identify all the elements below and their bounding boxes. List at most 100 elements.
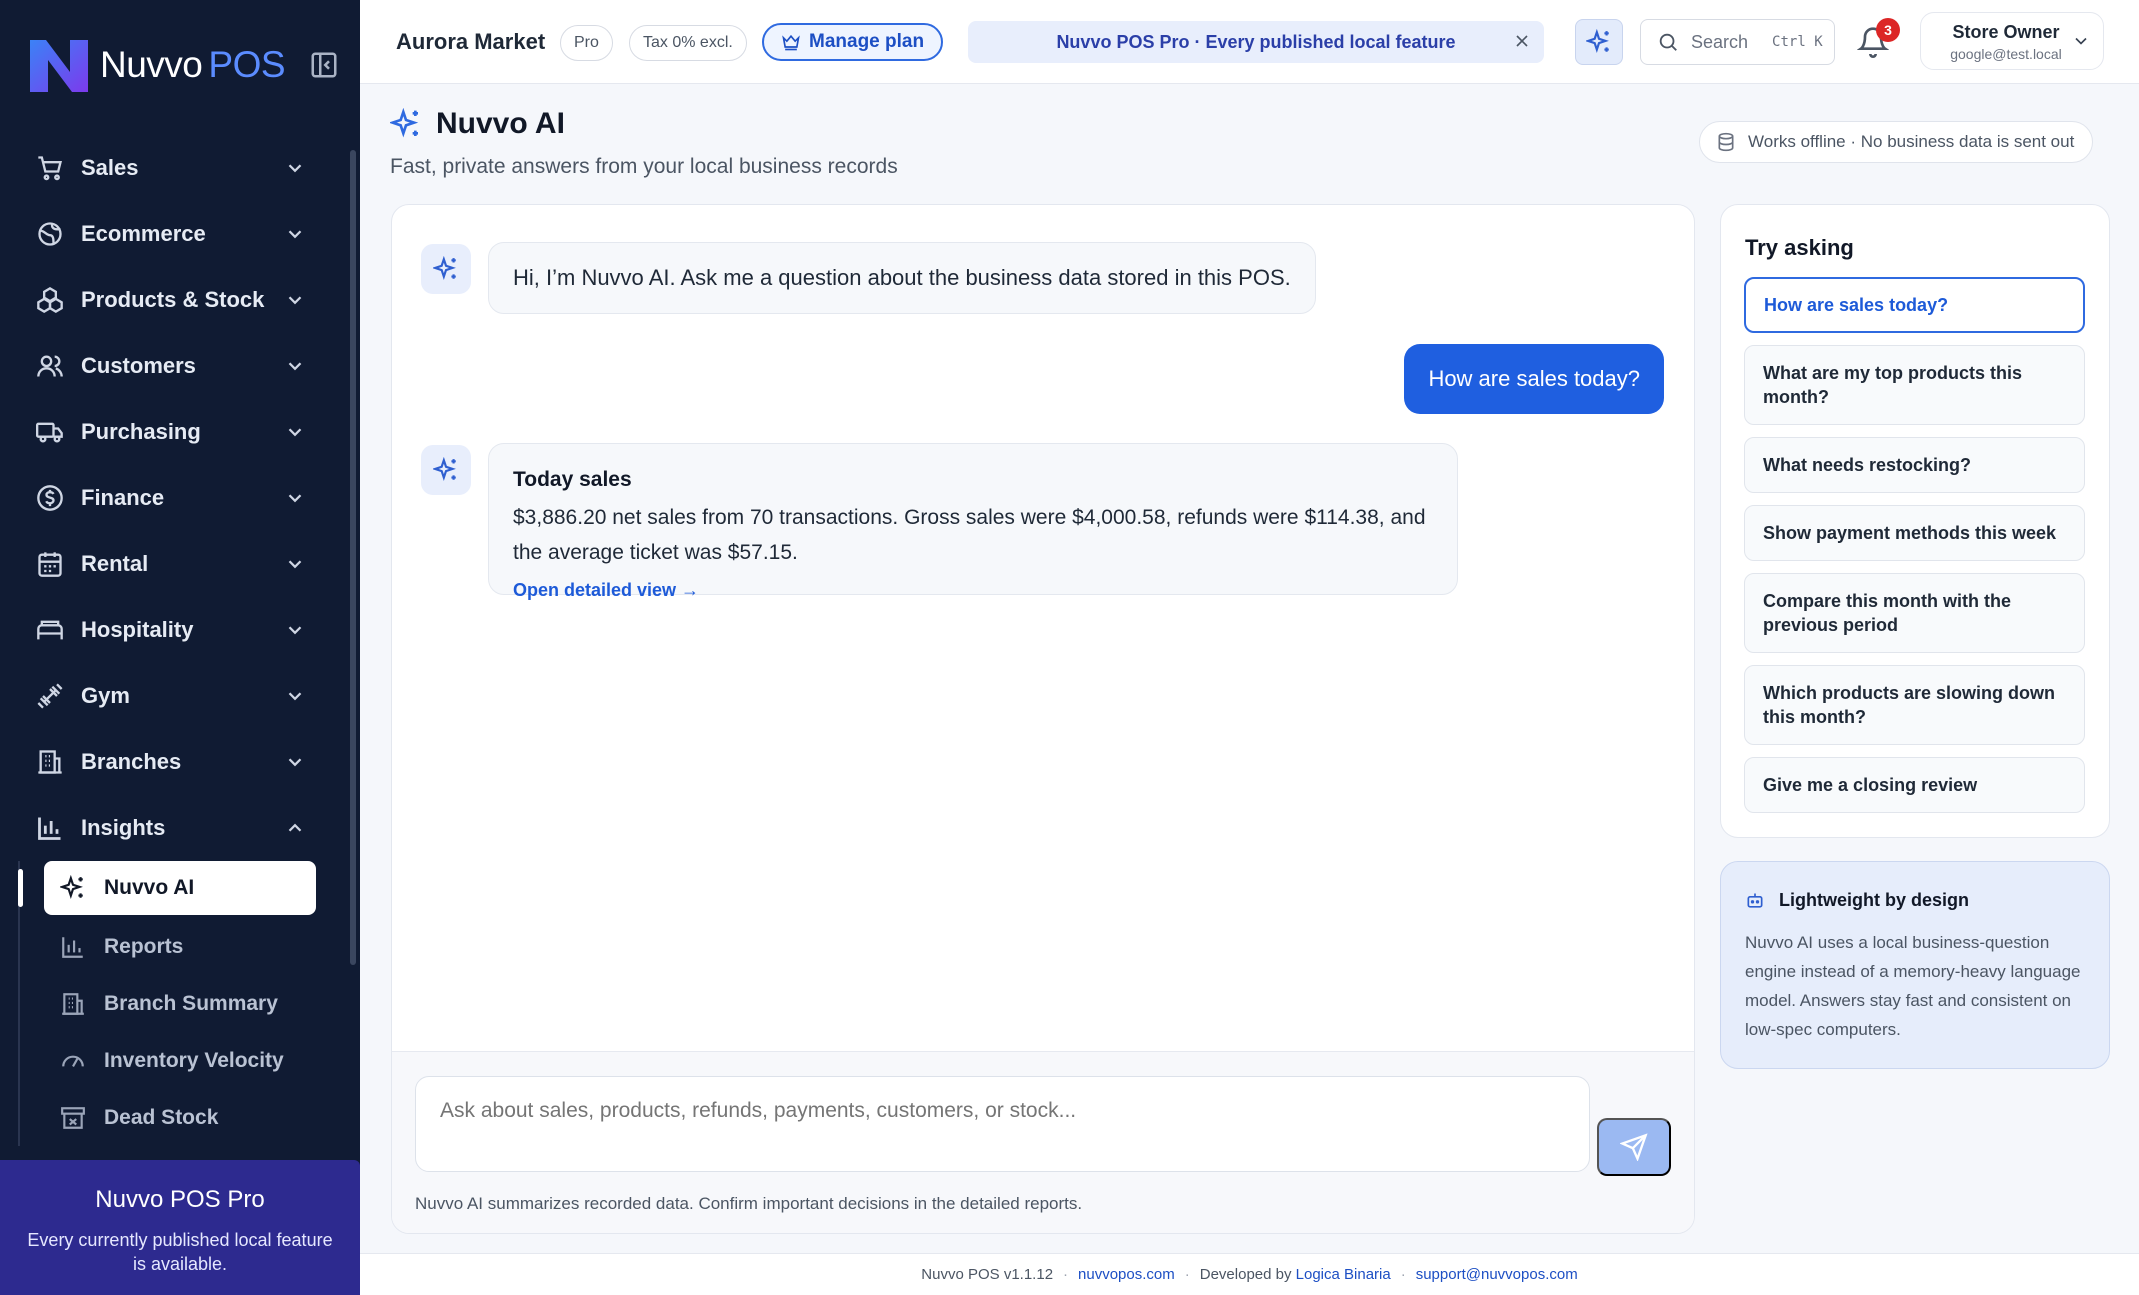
chevron-down-icon (2075, 37, 2087, 45)
suggestion-item[interactable]: What are my top products this month? (1744, 345, 2085, 425)
sidebar-collapse-icon[interactable] (309, 50, 339, 80)
suggestion-item[interactable]: Show payment methods this week (1744, 505, 2085, 561)
sidebar-item-rental[interactable]: Rental (0, 531, 356, 597)
chevron-down-icon (288, 758, 302, 767)
crown-icon (782, 34, 800, 51)
chevron-down-icon (288, 692, 302, 701)
suggestion-item[interactable]: How are sales today? (1744, 277, 2085, 333)
try-asking-title: Try asking (1745, 235, 1854, 260)
banner-text: Nuvvo POS Pro · Every published local fe… (1056, 31, 1456, 52)
chat-composer: Nuvvo AI summarizes recorded data. Confi… (392, 1051, 1694, 1233)
website-link[interactable]: nuvvopos.com (1078, 1266, 1175, 1283)
sidebar-item-dead-stock[interactable]: Dead Stock (20, 1089, 356, 1146)
developer-link[interactable]: Logica Binaria (1296, 1266, 1391, 1283)
suggestion-item[interactable]: Which products are slowing down this mon… (1744, 665, 2085, 745)
ai-greeting-message: Hi, I’m Nuvvo AI. Ask me a question abou… (488, 242, 1316, 314)
sparkles-icon (1586, 29, 1609, 54)
page-title-text: Nuvvo AI (436, 107, 565, 140)
sidebar-item-label: Sales (81, 155, 139, 180)
search-box[interactable]: Search Ctrl K (1640, 19, 1835, 65)
nuvvo-logo-icon (30, 40, 88, 92)
send-button[interactable] (1597, 1118, 1671, 1176)
answer-title: Today sales (513, 468, 632, 491)
suggestion-item[interactable]: Give me a closing review (1744, 757, 2085, 813)
sidebar-item-ecommerce[interactable]: Ecommerce (0, 201, 356, 267)
open-detailed-view-link[interactable]: Open detailed view → (513, 580, 699, 601)
sidebar-item-label: Gym (81, 683, 130, 708)
ai-disclaimer: Nuvvo AI summarizes recorded data. Confi… (415, 1194, 1083, 1213)
globe-icon (38, 222, 62, 246)
top-header: Aurora Market Pro Tax 0% excl. Manage pl… (360, 0, 2139, 84)
manage-plan-button[interactable]: Manage plan (762, 23, 944, 61)
user-name: Store Owner (1952, 22, 2060, 42)
offline-badge: Works offline · No business data is sent… (1699, 121, 2094, 163)
sidebar-item-branches[interactable]: Branches (0, 729, 356, 795)
sidebar-item-nuvvo-ai[interactable]: Nuvvo AI (44, 861, 316, 915)
sidebar-item-label: Customers (81, 353, 196, 378)
brand-name-a: Nuvvo (100, 44, 203, 85)
sidebar-item-customers[interactable]: Customers (0, 333, 356, 399)
sidebar-item-label: Finance (81, 485, 165, 510)
sidebar-item-label: Branches (81, 749, 182, 774)
chevron-down-icon (288, 164, 302, 173)
suggestion-item[interactable]: Compare this month with the previous per… (1744, 573, 2085, 653)
support-email-link[interactable]: support@nuvvopos.com (1416, 1266, 1578, 1283)
sidebar-item-reports[interactable]: Reports (20, 918, 356, 975)
app-version: Nuvvo POS v1.1.12 (921, 1266, 1054, 1283)
lightweight-title-text: Lightweight by design (1779, 890, 1969, 910)
truck-icon (36, 422, 63, 443)
suggestion-item[interactable]: What needs restocking? (1744, 437, 2085, 493)
sidebar-item-label: Insights (81, 815, 166, 840)
tax-badge[interactable]: Tax 0% excl. (629, 25, 747, 61)
answer-body: $3,886.20 net sales from 70 transactions… (513, 506, 1426, 564)
sidebar-item-hospitality[interactable]: Hospitality (0, 597, 356, 663)
notification-badge: 3 (1876, 18, 1900, 42)
chat-input[interactable] (415, 1076, 1590, 1172)
user-menu[interactable]: Store Owner google@test.local (1920, 12, 2104, 70)
logo-row: Nuvvo POS (0, 0, 360, 130)
nuvvo-ai-button[interactable] (1575, 19, 1623, 65)
chevron-down-icon (288, 560, 302, 569)
footer: Nuvvo POS v1.1.12 · nuvvopos.com · Devel… (360, 1253, 2139, 1295)
sparkles-icon (433, 457, 456, 482)
sidebar-scrollbar[interactable] (350, 150, 356, 965)
cart-icon (38, 156, 62, 181)
dollar-icon (37, 485, 63, 511)
sidebar-item-purchasing[interactable]: Purchasing (0, 399, 356, 465)
page-title: Nuvvo AI (390, 107, 565, 141)
sidebar-item-insights[interactable]: Insights (0, 795, 356, 861)
brand-name-b: POS (208, 44, 286, 85)
sidebar-item-products-stock[interactable]: Products & Stock (0, 267, 356, 333)
chevron-down-icon (288, 494, 302, 503)
search-shortcut: Ctrl K (1772, 34, 1823, 50)
active-indicator (18, 869, 23, 907)
plan-badge: Pro (560, 25, 613, 61)
bar-chart-icon (38, 817, 61, 840)
footer-separator: · (1184, 1266, 1190, 1283)
footer-separator: · (1063, 1266, 1069, 1283)
chevron-down-icon (288, 362, 302, 371)
sidebar-item-gym[interactable]: Gym (0, 663, 356, 729)
sidebar-item-label: Ecommerce (81, 221, 206, 246)
sparkles-icon (390, 108, 419, 138)
archive-icon (61, 1106, 85, 1129)
store-name: Aurora Market (396, 29, 546, 54)
close-icon[interactable] (1512, 31, 1532, 51)
search-icon (1659, 33, 1677, 51)
ai-avatar (421, 244, 471, 294)
bot-icon (1747, 893, 1763, 908)
sidebar-item-label: Hospitality (81, 617, 194, 642)
sidebar-item-inventory-velocity[interactable]: Inventory Velocity (20, 1032, 356, 1089)
sidebar-item-branch-summary[interactable]: Branch Summary (20, 975, 356, 1032)
page-subtitle: Fast, private answers from your local bu… (390, 155, 898, 178)
sidebar-item-label: Nuvvo AI (104, 876, 195, 899)
manage-plan-label: Manage plan (809, 31, 925, 52)
sidebar-item-finance[interactable]: Finance (0, 465, 356, 531)
promo-title: Nuvvo POS Pro (95, 1186, 265, 1213)
insights-submenu: Nuvvo AI Reports Branch Summary Inventor… (18, 861, 356, 1146)
search-placeholder: Search (1691, 31, 1749, 52)
footer-separator: · (1400, 1266, 1406, 1283)
sidebar-item-sales[interactable]: Sales (0, 135, 356, 201)
sparkles-icon (60, 875, 83, 900)
dumbbell-icon (37, 683, 63, 709)
